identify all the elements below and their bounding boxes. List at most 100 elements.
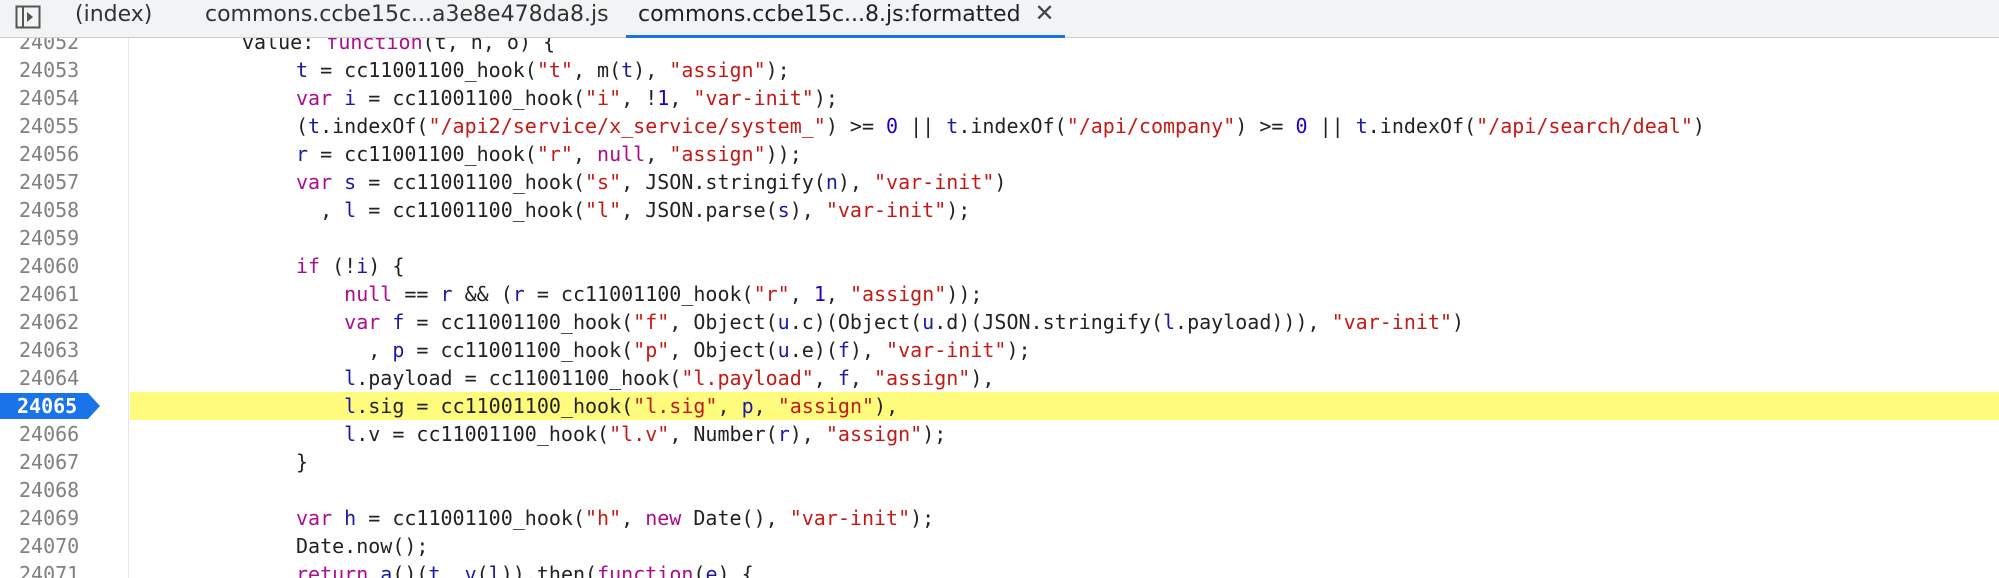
code-token: ) >= — [825, 114, 887, 138]
code-token: r — [440, 282, 453, 306]
code-token: , JSON.stringify( — [621, 170, 826, 194]
code-token: a — [380, 562, 393, 578]
line-number[interactable]: 24070 — [0, 532, 128, 560]
code-token: "assign" — [849, 282, 947, 306]
code-token: i — [356, 254, 369, 278]
code-line: 24069 var h = cc11001100_hook("h", new Da… — [0, 504, 1999, 532]
editor-tab-bar: (index) commons.ccbe15c...a3e8e478da8.js… — [0, 0, 1999, 38]
code-token: 1 — [813, 282, 826, 306]
code-token: "l" — [585, 198, 622, 222]
code-token: h — [344, 506, 357, 530]
line-number[interactable]: 24061 — [0, 280, 128, 308]
line-number[interactable]: 24063 — [0, 336, 128, 364]
code-token: )); — [946, 282, 983, 306]
line-number-text: 24058 — [19, 198, 80, 222]
line-number[interactable]: 24065 — [0, 392, 128, 420]
tab-commons-js-formatted[interactable]: commons.ccbe15c...8.js:formatted ✕ — [626, 0, 1065, 38]
code-token: = cc11001100_hook( — [356, 86, 585, 110]
code-token: n — [825, 170, 838, 194]
code-token: r — [296, 142, 309, 166]
code-line: 24068 — [0, 476, 1999, 504]
line-number[interactable]: 24067 — [0, 448, 128, 476]
code-token: ); — [922, 422, 947, 446]
breakpoint-marker[interactable]: 24065 — [0, 393, 100, 419]
code-token: .sig = cc11001100_hook( — [356, 394, 634, 418]
line-number[interactable]: 24068 — [0, 476, 128, 504]
line-number[interactable]: 24056 — [0, 140, 128, 168]
line-number[interactable]: 24060 — [0, 252, 128, 280]
tab-label: commons.ccbe15c...8.js:formatted — [638, 2, 1021, 27]
code-token: , Object( — [669, 310, 778, 334]
code-token: var — [296, 310, 393, 334]
code-token: "s" — [585, 170, 622, 194]
code-text: if (!i) { — [296, 252, 404, 280]
line-number[interactable]: 24069 — [0, 504, 128, 532]
line-number[interactable]: 24053 — [0, 56, 128, 84]
code-token: r — [777, 422, 790, 446]
tab-label: commons.ccbe15c...a3e8e478da8.js — [205, 2, 609, 27]
code-token: "h" — [585, 506, 622, 530]
code-token: = cc11001100_hook( — [308, 142, 537, 166]
code-token: function — [326, 38, 423, 54]
code-token: )).then( — [500, 562, 598, 578]
line-number[interactable]: 24062 — [0, 308, 128, 336]
code-token: , — [789, 282, 814, 306]
code-token: "assign" — [874, 366, 971, 390]
code-token: value: — [242, 38, 327, 54]
code-token: .v = cc11001100_hook( — [356, 422, 610, 446]
code-token: , — [296, 198, 345, 222]
code-text: l.sig = cc11001100_hook("l.sig", p, "ass… — [296, 392, 898, 420]
line-number[interactable]: 24064 — [0, 364, 128, 392]
line-number[interactable]: 24071 — [0, 560, 128, 578]
code-token: (! — [332, 254, 357, 278]
close-tab-icon[interactable]: ✕ — [1035, 0, 1055, 26]
code-line: 24056 r = cc11001100_hook("r", null, "ass… — [0, 140, 1999, 168]
code-token: v — [464, 562, 477, 578]
code-text: , l = cc11001100_hook("l", JSON.parse(s)… — [296, 196, 970, 224]
code-token: "var-init" — [825, 198, 947, 222]
code-token: , — [825, 282, 850, 306]
code-token: .d)(JSON.stringify( — [934, 310, 1163, 334]
code-line: 24057 var s = cc11001100_hook("s", JSON.s… — [0, 168, 1999, 196]
code-token: = cc11001100_hook( — [404, 310, 634, 334]
code-token: , — [296, 338, 393, 362]
code-line: 24053 t = cc11001100_hook("t", m(t), "ass… — [0, 56, 1999, 84]
code-token: new — [645, 506, 694, 530]
code-token: null — [597, 142, 646, 166]
line-number-text: 24061 — [19, 282, 80, 306]
code-token: ) — [1692, 114, 1705, 138]
code-line: 24065 l.sig = cc11001100_hook("l.sig", p… — [0, 392, 1999, 420]
code-line: 24058 , l = cc11001100_hook("l", JSON.pa… — [0, 196, 1999, 224]
code-token: "f" — [633, 310, 670, 334]
code-token: "var-init" — [789, 506, 911, 530]
code-token: "p" — [633, 338, 670, 362]
code-token: ); — [813, 86, 838, 110]
code-token: ) — [1452, 310, 1465, 334]
tab-index[interactable]: (index) — [75, 0, 152, 38]
code-token: var — [296, 506, 345, 530]
code-token: || — [1307, 114, 1356, 138]
code-token: ), — [789, 422, 826, 446]
code-token: u — [777, 338, 790, 362]
code-token: .indexOf( — [958, 114, 1067, 138]
tab-commons-js[interactable]: commons.ccbe15c...a3e8e478da8.js — [205, 0, 609, 38]
line-number[interactable]: 24058 — [0, 196, 128, 224]
code-token: function — [597, 562, 694, 578]
line-number[interactable]: 24066 — [0, 420, 128, 448]
line-number[interactable]: 24059 — [0, 224, 128, 252]
code-token: var — [296, 170, 345, 194]
toggle-navigator-button[interactable] — [13, 3, 43, 31]
code-token: , — [813, 366, 838, 390]
line-number[interactable]: 24055 — [0, 112, 128, 140]
line-number[interactable]: 24052 — [0, 38, 128, 56]
code-token: ), — [874, 394, 899, 418]
line-number[interactable]: 24054 — [0, 84, 128, 112]
code-token: , m( — [572, 58, 622, 82]
source-code-editor[interactable]: 24052 value: function(t, n, o) {24053 t = … — [0, 38, 1999, 578]
code-token: "/api2/service/x_service/system_" — [428, 114, 826, 138]
code-text: null == r && (r = cc11001100_hook("r", 1… — [296, 280, 982, 308]
line-number-text: 24066 — [19, 422, 80, 446]
line-number[interactable]: 24057 — [0, 168, 128, 196]
code-token: == — [392, 282, 441, 306]
